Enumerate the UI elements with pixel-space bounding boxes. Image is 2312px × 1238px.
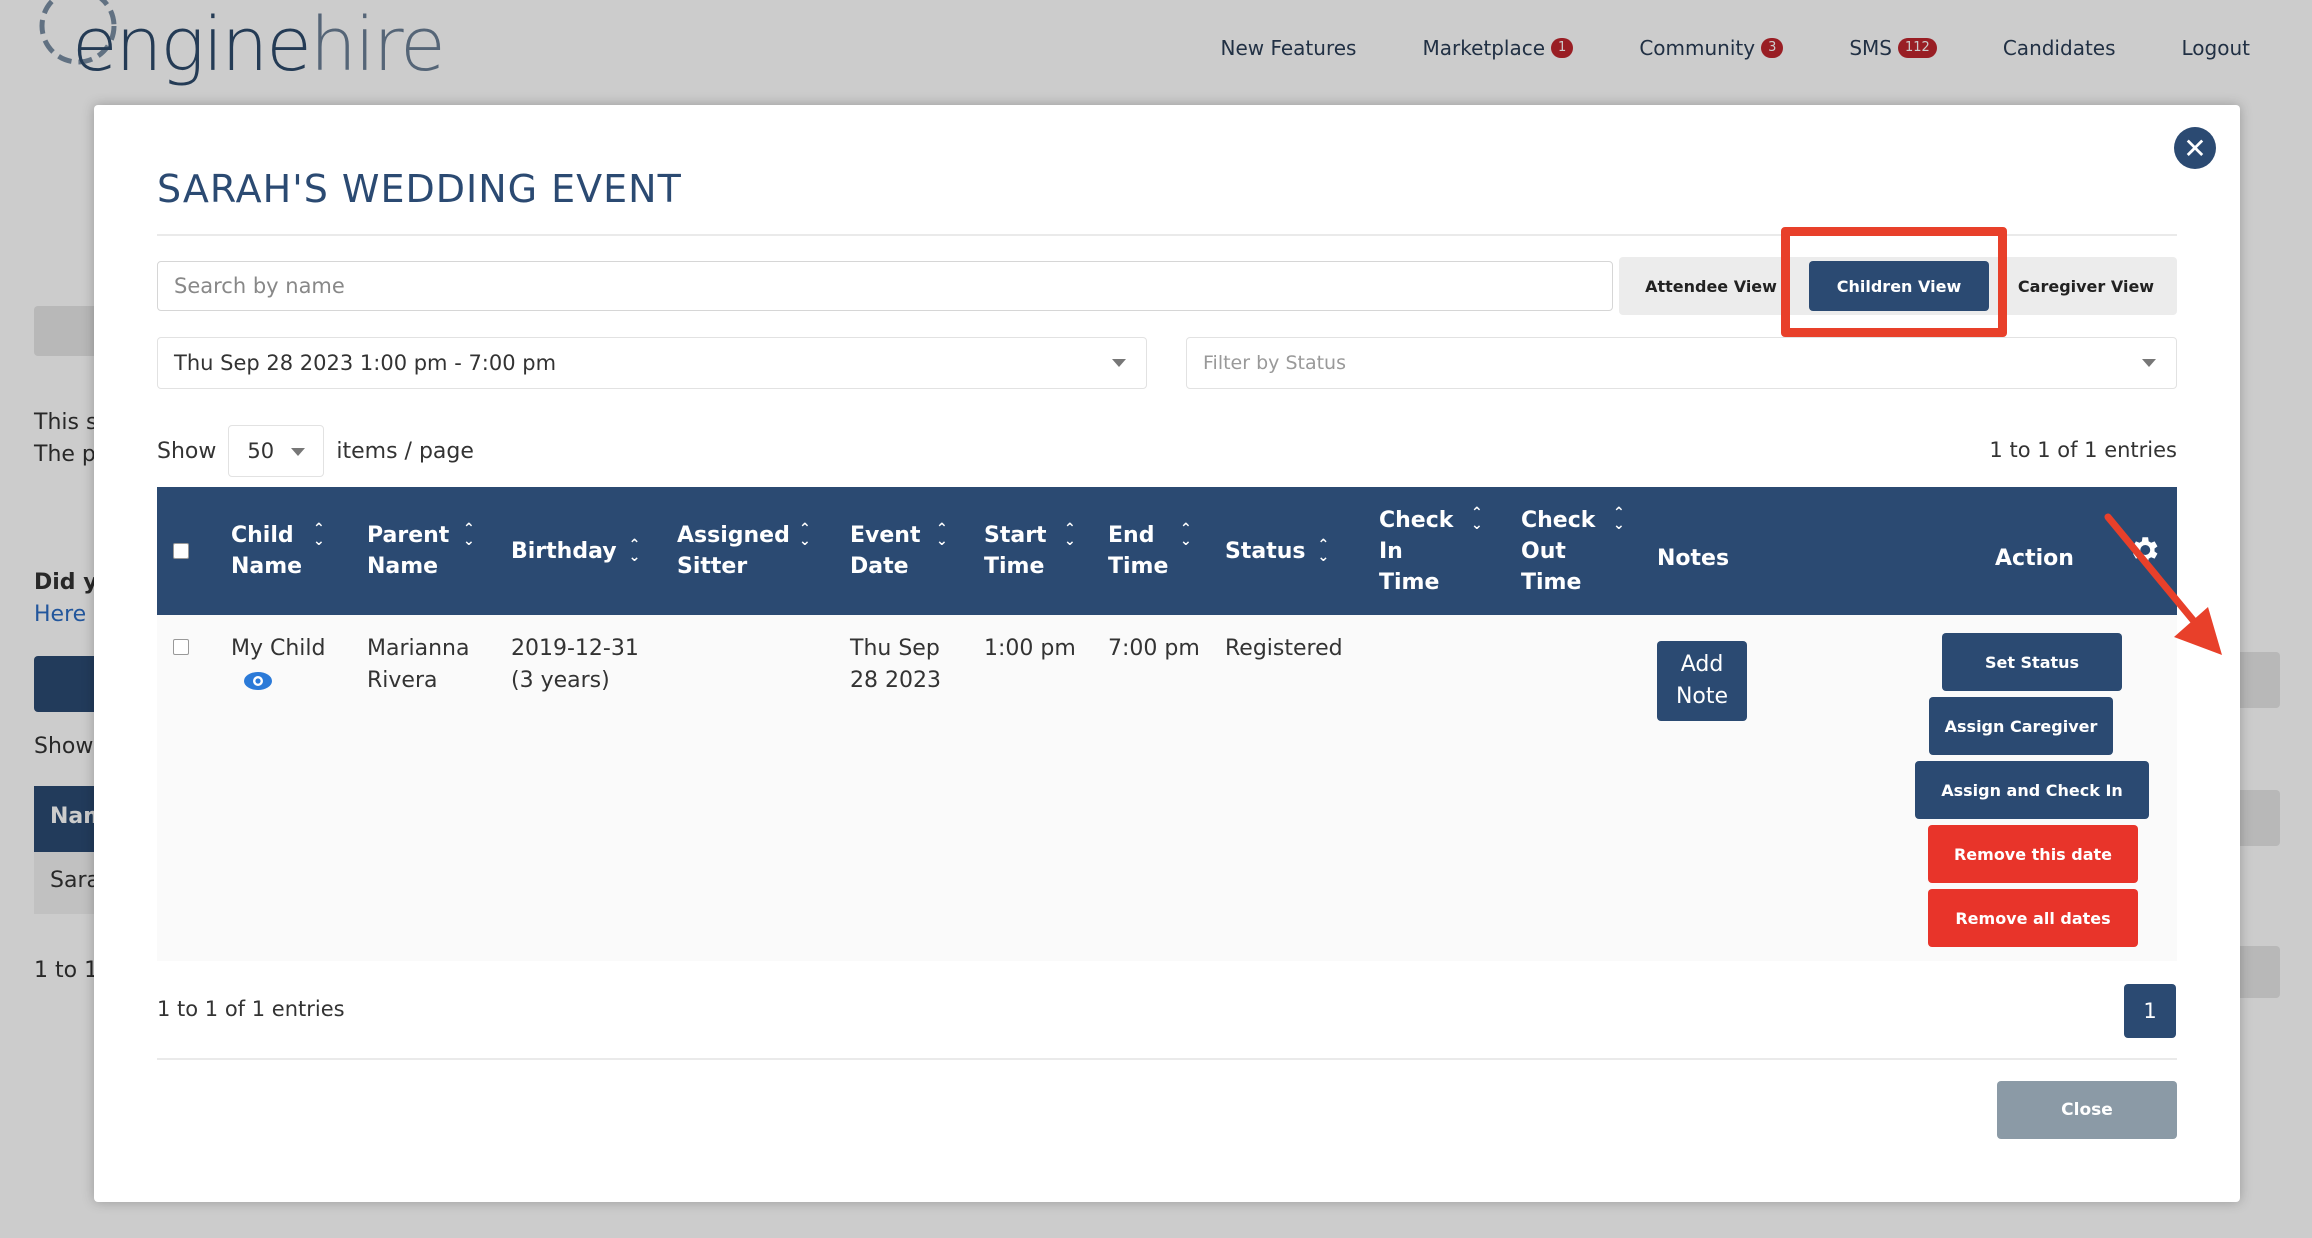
gear-icon[interactable] [2127,533,2161,567]
divider [157,234,2177,236]
table-header: Child Name ⌃ ⌄ Parent Name ⌃ ⌄ Birthday ⌃ ⌄ As… [157,487,2177,615]
column-status[interactable]: Status ⌃ ⌄ [1225,487,1335,615]
page-size-select[interactable]: 50 [228,425,325,477]
entries-info-bottom: 1 to 1 of 1 entries [157,997,345,1021]
select-all-header [173,487,189,615]
assign-caregiver-button[interactable]: Assign Caregiver [1929,697,2113,755]
date-select[interactable]: Thu Sep 28 2023 1:00 pm - 7:00 pm [157,337,1147,389]
date-select-value: Thu Sep 28 2023 1:00 pm - 7:00 pm [174,351,557,375]
assign-and-check-in-button[interactable]: Assign and Check In [1915,761,2149,819]
sort-icon[interactable]: ⌃ ⌄ [1180,522,1192,548]
page-size-value: 50 [247,439,275,463]
child-name: My Child [231,636,326,661]
show-label: Show [157,438,217,464]
birthday-cell: 2019-12-31 (3 years) [511,636,639,693]
column-birthday[interactable]: Birthday ⌃ ⌄ [511,487,641,615]
status-cell: Registered [1225,636,1343,661]
items-per-page-label: items / page [336,438,474,464]
child-name-cell: My Child [231,633,326,691]
column-end-time[interactable]: End Time ⌃ ⌄ [1108,487,1198,615]
event-modal: ✕ SARAH'S WEDDING EVENT Attendee View Ch… [94,105,2240,1202]
event-date-cell: Thu Sep 28 2023 [850,636,941,693]
column-notes: Notes [1657,546,1730,571]
children-view-button[interactable]: Children View [1809,261,1989,311]
column-assigned-sitter[interactable]: Assigned Sitter ⌃ ⌄ [677,487,817,615]
column-start-time[interactable]: Start Time ⌃ ⌄ [984,487,1080,615]
parent-name-cell: Marianna Rivera [367,636,470,693]
sort-icon[interactable]: ⌃ ⌄ [1317,538,1329,564]
close-icon[interactable]: ✕ [2174,127,2216,169]
set-status-button[interactable]: Set Status [1942,633,2122,691]
attendee-view-button[interactable]: Attendee View [1619,257,1803,315]
close-button[interactable]: Close [1997,1081,2177,1139]
status-filter-placeholder: Filter by Status [1203,352,1346,374]
select-all-checkbox[interactable] [173,543,189,559]
chevron-down-icon [1112,359,1126,367]
entries-info-top: 1 to 1 of 1 entries [1989,438,2177,462]
status-filter-select[interactable]: Filter by Status [1186,337,2177,389]
caregiver-view-button[interactable]: Caregiver View [1995,257,2177,315]
table-body: My Child Marianna Rivera 2019-12-31 (3 y… [157,615,2177,961]
remove-all-dates-button[interactable]: Remove all dates [1928,889,2138,947]
chevron-down-icon [2142,359,2156,367]
sort-icon[interactable]: ⌃ ⌄ [1064,522,1076,548]
sort-icon[interactable]: ⌃ ⌄ [799,522,811,548]
column-check-out-time[interactable]: Check Out Time ⌃ ⌄ [1521,487,1631,615]
sort-icon[interactable]: ⌃ ⌄ [1471,506,1483,532]
column-child-name[interactable]: Child Name ⌃ ⌄ [231,487,335,615]
remove-this-date-button[interactable]: Remove this date [1928,825,2138,883]
pagination-page-1[interactable]: 1 [2124,984,2176,1038]
row-checkbox[interactable] [173,639,189,655]
column-event-date[interactable]: Event Date ⌃ ⌄ [850,487,960,615]
row-select-cell [173,639,189,655]
sort-icon[interactable]: ⌃ ⌄ [463,522,475,548]
page-size-control: Show 50 items / page [157,425,474,477]
eye-icon[interactable] [243,671,273,691]
sort-icon[interactable]: ⌃ ⌄ [1613,506,1625,532]
column-check-in-time[interactable]: Check In Time ⌃ ⌄ [1379,487,1489,615]
divider [157,1058,2177,1060]
search-input[interactable] [157,261,1613,311]
sort-icon[interactable]: ⌃ ⌄ [313,522,325,548]
column-parent-name[interactable]: Parent Name ⌃ ⌄ [367,487,483,615]
sort-icon[interactable]: ⌃ ⌄ [936,522,948,548]
children-table: Child Name ⌃ ⌄ Parent Name ⌃ ⌄ Birthday ⌃ ⌄ As… [157,487,2177,961]
sort-icon[interactable]: ⌃ ⌄ [629,538,641,564]
column-action: Action [1995,546,2074,571]
end-time-cell: 7:00 pm [1108,636,1200,661]
chevron-down-icon [291,448,306,456]
start-time-cell: 1:00 pm [984,636,1076,661]
view-toggle-group: Attendee View Children View Caregiver Vi… [1619,257,2177,315]
modal-title: SARAH'S WEDDING EVENT [157,167,682,211]
add-note-button[interactable]: Add Note [1657,641,1747,721]
